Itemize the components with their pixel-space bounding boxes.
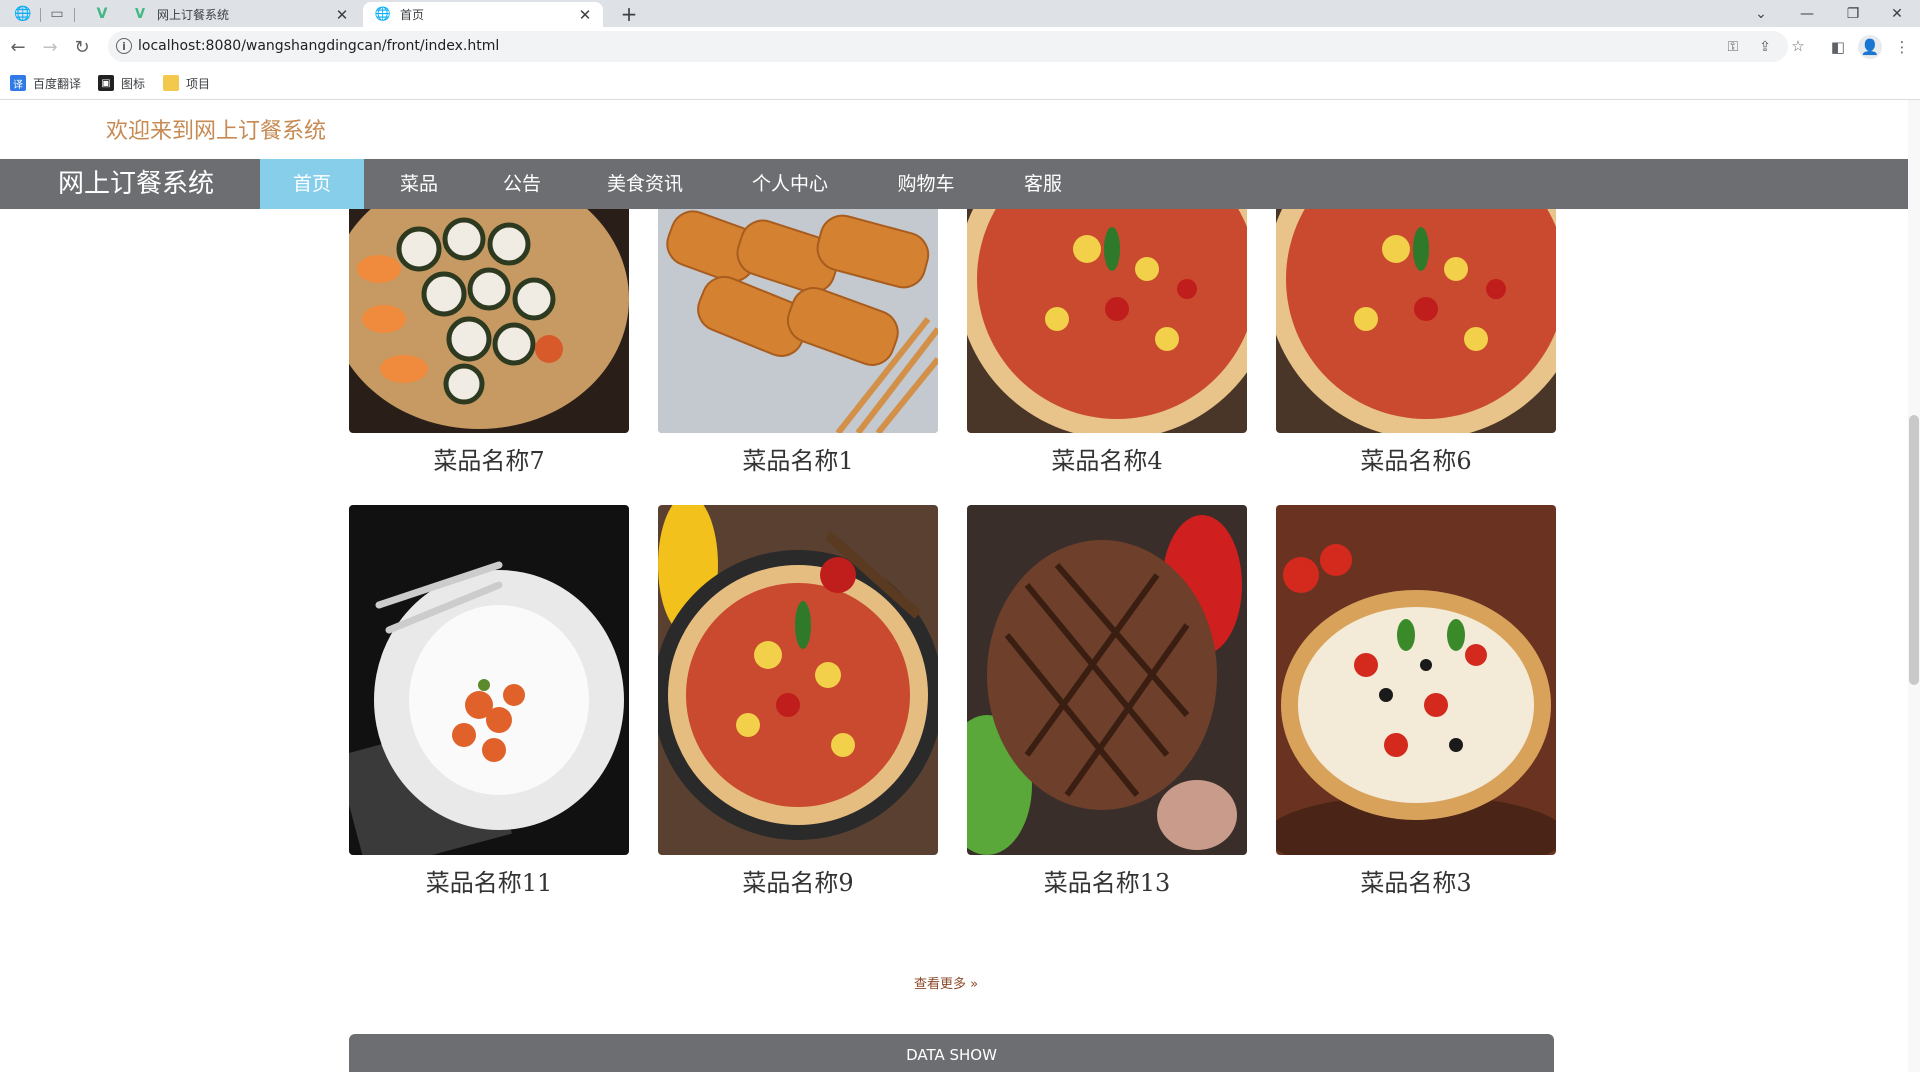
address-bar[interactable]: i localhost:8080/wangshangdingcan/front/… bbox=[108, 31, 1788, 62]
image-icon: ▣ bbox=[98, 75, 114, 91]
url-text[interactable]: localhost:8080/wangshangdingcan/front/in… bbox=[138, 31, 499, 62]
forward-icon[interactable]: → bbox=[38, 35, 62, 59]
tab-home[interactable]: 🌐 首页 ✕ bbox=[363, 2, 603, 27]
bookmark-icons[interactable]: ▣ 图标 bbox=[98, 67, 145, 99]
bookmark-label: 图标 bbox=[121, 76, 146, 91]
globe-icon: 🌐 bbox=[374, 7, 392, 22]
close-icon[interactable]: ✕ bbox=[577, 6, 593, 24]
restore-button[interactable]: ❐ bbox=[1830, 0, 1876, 27]
bookmark-projects[interactable]: 项目 bbox=[163, 67, 210, 99]
pizza-icon[interactable] bbox=[658, 505, 938, 855]
bookmark-baidu-translate[interactable]: 译 百度翻译 bbox=[10, 67, 81, 99]
pizza-icon[interactable] bbox=[1276, 209, 1556, 433]
nav-dishes[interactable]: 菜品 bbox=[383, 159, 455, 209]
browser-tab-bar: 🌐 ▭ V V 网上订餐系统 ✕ 🌐 首页 ✕ + ⌄ — ❐ ✕ bbox=[0, 0, 1920, 27]
dish-name[interactable]: 菜品名称11 bbox=[349, 863, 629, 898]
steak-icon[interactable] bbox=[967, 505, 1247, 855]
nav-food-news[interactable]: 美食资讯 bbox=[595, 159, 695, 209]
nav-cart[interactable]: 购物车 bbox=[882, 159, 970, 209]
site-brand[interactable]: 网上订餐系统 bbox=[58, 159, 214, 209]
minimize-button[interactable]: — bbox=[1784, 0, 1830, 27]
dish-name[interactable]: 菜品名称4 bbox=[967, 441, 1247, 476]
tab-title: 首页 bbox=[400, 8, 425, 22]
profile-avatar[interactable]: 👤 bbox=[1858, 35, 1882, 59]
bookmarks-bar: 译 百度翻译 ▣ 图标 项目 bbox=[0, 67, 1920, 100]
info-icon[interactable]: i bbox=[116, 38, 132, 54]
pizza-icon[interactable] bbox=[1276, 505, 1556, 855]
dish-name[interactable]: 菜品名称1 bbox=[658, 441, 938, 476]
vue-icon[interactable]: V bbox=[93, 5, 111, 22]
back-icon[interactable]: ← bbox=[6, 35, 30, 59]
dish-name[interactable]: 菜品名称13 bbox=[967, 863, 1247, 898]
welcome-text: 欢迎来到网上订餐系统 bbox=[106, 119, 327, 144]
web-page: 欢迎来到网上订餐系统 网上订餐系统 首页 菜品 公告 美食资讯 个人中心 购物车… bbox=[0, 100, 1920, 1072]
dish-name[interactable]: 菜品名称7 bbox=[349, 441, 629, 476]
key-icon[interactable]: ⚿ bbox=[1724, 38, 1742, 56]
new-tab-button[interactable]: + bbox=[617, 2, 641, 26]
globe-icon[interactable]: 🌐 bbox=[14, 5, 32, 22]
nav-service[interactable]: 客服 bbox=[1010, 159, 1076, 209]
browser-toolbar: ← → ↻ i localhost:8080/wangshangdingcan/… bbox=[0, 27, 1920, 67]
side-panel-icon[interactable]: ◧ bbox=[1826, 35, 1850, 59]
reload-icon[interactable]: ↻ bbox=[70, 35, 94, 59]
pastry-icon[interactable] bbox=[658, 209, 938, 433]
vue-icon: V bbox=[134, 7, 146, 22]
nav-announcements[interactable]: 公告 bbox=[486, 159, 558, 209]
close-icon[interactable]: ✕ bbox=[334, 6, 350, 24]
scrollbar-thumb[interactable] bbox=[1909, 415, 1919, 685]
menu-icon[interactable]: ⋮ bbox=[1890, 35, 1914, 59]
dish-name[interactable]: 菜品名称6 bbox=[1276, 441, 1556, 476]
nav-home[interactable]: 首页 bbox=[260, 159, 364, 209]
data-show-section: DATA SHOW bbox=[349, 1034, 1554, 1072]
bookmark-label: 项目 bbox=[186, 76, 211, 91]
tab-wangshang[interactable]: V 网上订餐系统 ✕ bbox=[120, 2, 360, 27]
section-title: DATA SHOW bbox=[906, 1046, 997, 1064]
close-window-button[interactable]: ✕ bbox=[1874, 0, 1920, 27]
dish-name[interactable]: 菜品名称9 bbox=[658, 863, 938, 898]
main-nav: 网上订餐系统 首页 菜品 公告 美食资讯 个人中心 购物车 客服 bbox=[0, 159, 1920, 209]
tab-title: 网上订餐系统 bbox=[157, 8, 230, 22]
star-icon[interactable]: ☆ bbox=[1786, 34, 1810, 58]
folder-icon bbox=[163, 75, 179, 91]
tab-icon[interactable]: ▭ bbox=[48, 5, 66, 22]
plated-dish-icon[interactable] bbox=[349, 505, 629, 855]
nav-personal-center[interactable]: 个人中心 bbox=[740, 159, 840, 209]
translate-icon: 译 bbox=[10, 75, 26, 91]
sushi-icon[interactable] bbox=[349, 209, 629, 433]
view-more-link[interactable]: 查看更多 » bbox=[914, 973, 978, 992]
page-scrollbar[interactable] bbox=[1908, 100, 1920, 1072]
bookmark-label: 百度翻译 bbox=[33, 76, 82, 91]
dish-name[interactable]: 菜品名称3 bbox=[1276, 863, 1556, 898]
tab-search-icon[interactable]: ⌄ bbox=[1738, 0, 1784, 27]
share-icon[interactable]: ⇪ bbox=[1756, 38, 1774, 56]
pizza-icon[interactable] bbox=[967, 209, 1247, 433]
